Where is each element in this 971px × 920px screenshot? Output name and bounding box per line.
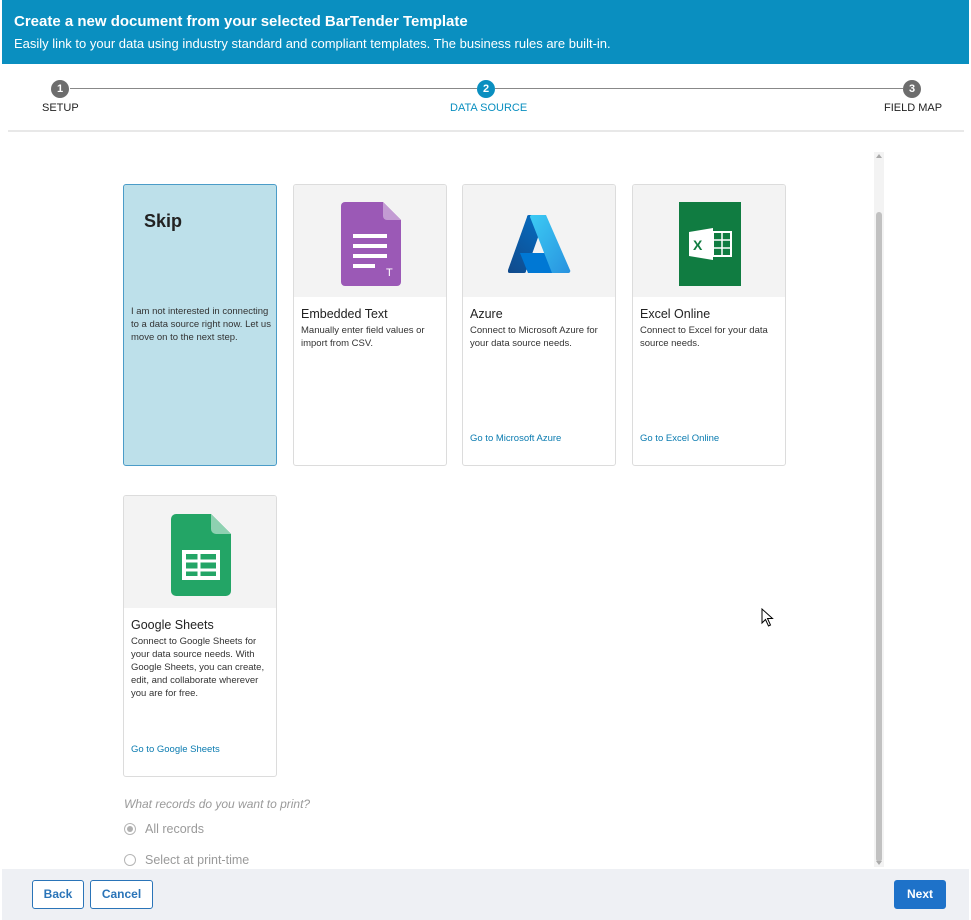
svg-text:T: T	[386, 267, 393, 279]
azure-card[interactable]: Azure Connect to Microsoft Azure for you…	[462, 184, 616, 466]
scroll-up-arrow-icon[interactable]	[876, 154, 882, 158]
go-to-google-sheets-link[interactable]: Go to Google Sheets	[131, 744, 220, 755]
google-sheets-description: Connect to Google Sheets for your data s…	[131, 636, 265, 699]
step-1-label: SETUP	[42, 102, 79, 114]
excel-logo-icon: X	[679, 202, 741, 286]
page-subtitle: Easily link to your data using industry …	[14, 36, 611, 51]
excel-online-image: X	[633, 185, 785, 297]
embedded-text-description: Manually enter field values or import fr…	[301, 325, 425, 349]
document-text-icon: T	[341, 202, 401, 286]
all-records-radio[interactable]	[124, 823, 136, 835]
scroll-thumb[interactable]	[876, 212, 882, 862]
go-to-excel-online-link[interactable]: Go to Excel Online	[640, 433, 719, 444]
step-connector	[495, 88, 903, 89]
skip-card[interactable]: Skip I am not interested in connecting t…	[123, 184, 277, 466]
azure-description: Connect to Microsoft Azure for your data…	[470, 325, 598, 349]
step-connector	[70, 88, 477, 89]
header-banner: Create a new document from your selected…	[2, 0, 969, 64]
azure-logo-icon	[508, 215, 571, 273]
select-at-print-time-option[interactable]: Select at print-time	[124, 853, 249, 867]
step-1-number: 1	[51, 80, 69, 98]
records-question: What records do you want to print?	[124, 797, 311, 811]
stepper-divider	[8, 130, 964, 132]
content-scrollbar[interactable]	[874, 152, 884, 867]
svg-text:X: X	[693, 237, 703, 253]
google-sheets-title: Google Sheets	[131, 618, 214, 632]
wizard-stepper: 1 SETUP 2 DATA SOURCE 3 FIELD MAP	[0, 64, 971, 132]
google-sheets-card[interactable]: Google Sheets Connect to Google Sheets f…	[123, 495, 277, 777]
scroll-down-arrow-icon[interactable]	[876, 861, 882, 865]
embedded-text-title: Embedded Text	[301, 307, 388, 321]
embedded-text-image: T	[294, 185, 446, 297]
all-records-option[interactable]: All records	[124, 822, 204, 836]
excel-online-description: Connect to Excel for your data source ne…	[640, 325, 768, 349]
cancel-button[interactable]: Cancel	[90, 880, 153, 909]
step-2-number: 2	[477, 80, 495, 98]
select-at-print-time-radio[interactable]	[124, 854, 136, 866]
google-sheets-image	[124, 496, 276, 608]
next-button[interactable]: Next	[894, 880, 946, 909]
skip-card-description: I am not interested in connecting to a d…	[131, 306, 271, 343]
excel-online-title: Excel Online	[640, 307, 711, 321]
google-sheets-icon	[171, 514, 231, 596]
step-3-number: 3	[903, 80, 921, 98]
step-2-label: DATA SOURCE	[450, 102, 528, 114]
back-button[interactable]: Back	[32, 880, 84, 909]
all-records-label: All records	[145, 822, 205, 836]
select-at-print-time-label: Select at print-time	[145, 853, 250, 867]
azure-image	[463, 185, 615, 297]
page: Create a new document from your selected…	[0, 0, 971, 920]
go-to-azure-link[interactable]: Go to Microsoft Azure	[470, 433, 561, 444]
skip-card-title: Skip	[144, 211, 183, 231]
azure-title: Azure	[470, 307, 503, 321]
footer-bar: Back Cancel Next	[2, 869, 969, 920]
step-3-label: FIELD MAP	[884, 102, 943, 114]
page-title: Create a new document from your selected…	[14, 13, 468, 30]
mouse-cursor-icon	[761, 608, 774, 627]
embedded-text-card[interactable]: T Embedded Text Manually enter field val…	[293, 184, 447, 466]
excel-online-card[interactable]: X Excel Online Connect to Excel for your…	[632, 184, 786, 466]
